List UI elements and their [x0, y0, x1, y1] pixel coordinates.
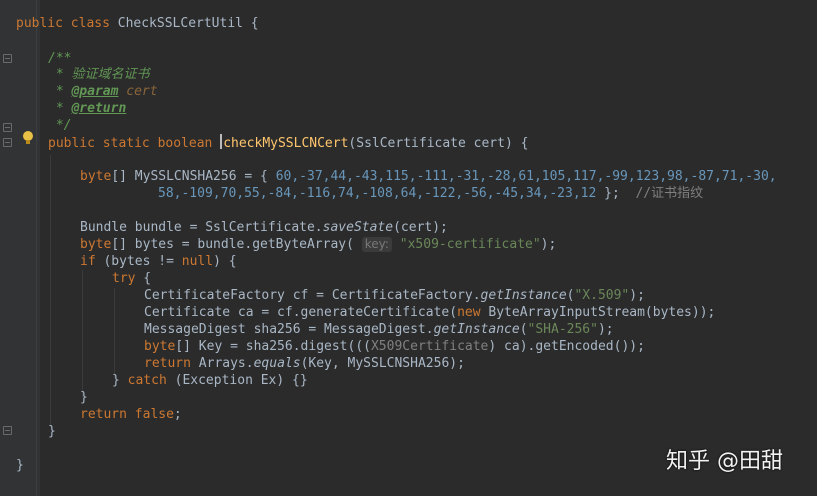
- code-line: CertificateFactory cf = CertificateFacto…: [144, 288, 645, 303]
- fold-icon[interactable]: [3, 54, 12, 63]
- code-line: if (bytes != null) {: [80, 254, 237, 269]
- code-line: Bundle bundle = SslCertificate.saveState…: [80, 220, 448, 235]
- indent-guide: [50, 155, 51, 427]
- doc-comment-line: * @param cert: [48, 84, 158, 99]
- code-line: }: [16, 458, 24, 473]
- doc-comment-line: /**: [48, 51, 72, 66]
- text-caret: [220, 134, 223, 149]
- code-line: return Arrays.equals(Key, MySSLCNSHA256)…: [144, 356, 465, 371]
- code-line: }: [80, 390, 88, 405]
- indent-guide: [82, 270, 83, 398]
- code-line: return false;: [80, 407, 182, 422]
- code-line: } catch (Exception Ex) {}: [112, 373, 308, 388]
- method-declaration: public static boolean checkMySSLCNCert(S…: [48, 134, 529, 151]
- indent-guide: [114, 288, 115, 378]
- code-line: public class CheckSSLCertUtil {: [16, 16, 259, 31]
- gutter-separator: [36, 0, 37, 496]
- code-line: try {: [112, 271, 152, 286]
- code-line: byte[] Key = sha256.digest(((X509Certifi…: [144, 339, 645, 354]
- code-line: byte[] bytes = bundle.getByteArray( key:…: [80, 237, 557, 252]
- code-line: }: [48, 424, 56, 439]
- fold-icon[interactable]: [3, 426, 12, 435]
- doc-comment-line: * @return: [48, 101, 127, 116]
- doc-comment-line: * 验证域名证书: [48, 67, 150, 82]
- editor-gutter: [0, 0, 40, 496]
- lightbulb-icon[interactable]: [23, 131, 33, 144]
- watermark: 知乎 @田甜: [666, 449, 783, 474]
- fold-icon[interactable]: [3, 138, 12, 147]
- code-line: Certificate ca = cf.generateCertificate(…: [144, 305, 716, 320]
- code-line: byte[] MySSLCNSHA256 = { 60,-37,44,-43,1…: [80, 169, 777, 184]
- code-line: 58,-109,70,55,-84,-116,74,-108,64,-122,-…: [158, 186, 704, 201]
- fold-icon[interactable]: [3, 123, 12, 132]
- code-line: MessageDigest sha256 = MessageDigest.get…: [144, 322, 614, 337]
- doc-comment-line: */: [48, 118, 72, 133]
- parameter-hint: key:: [361, 237, 392, 252]
